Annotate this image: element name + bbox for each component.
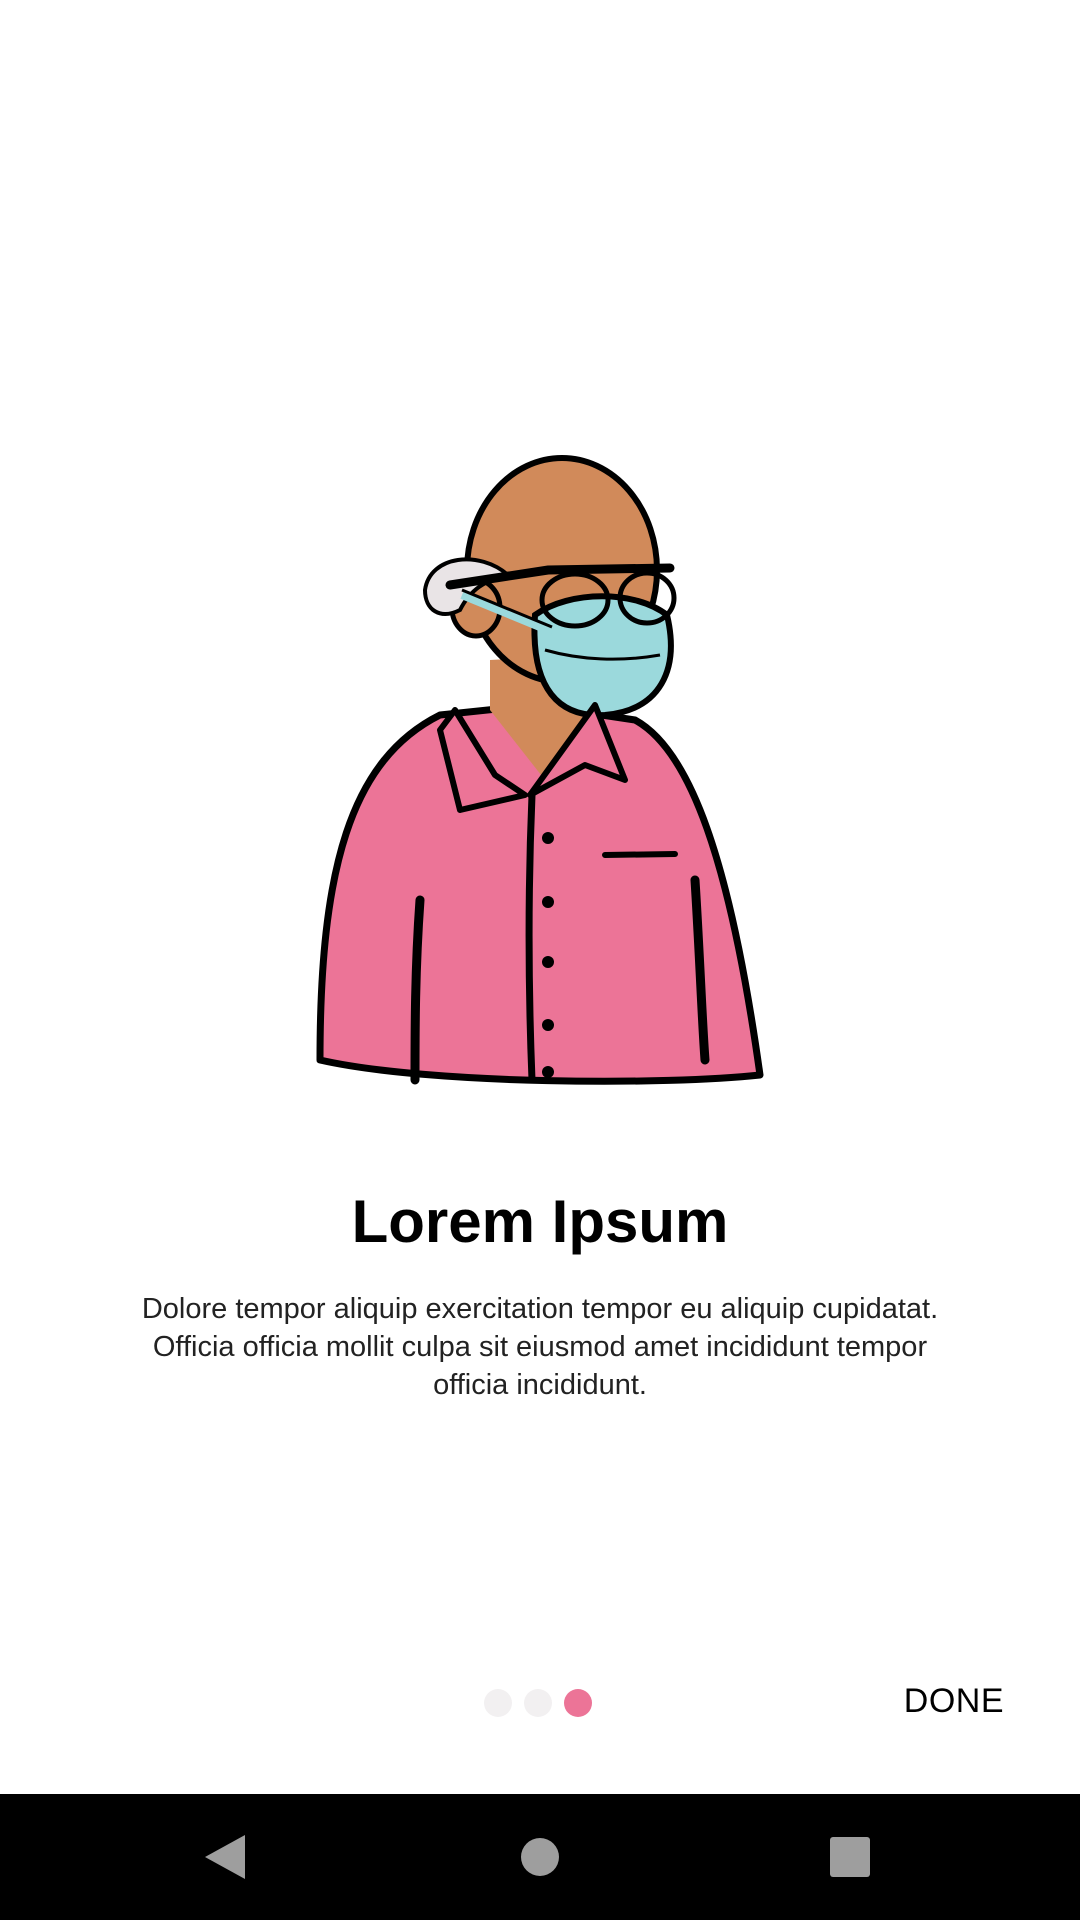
onboarding-screen: Lorem Ipsum Dolore tempor aliquip exerci… (0, 0, 1080, 1794)
done-button[interactable]: DONE (904, 1676, 1004, 1726)
page-dot-1[interactable] (484, 1689, 512, 1717)
back-triangle-icon (205, 1835, 245, 1879)
system-navigation-bar (0, 1794, 1080, 1920)
home-button[interactable] (480, 1794, 600, 1920)
onboarding-description: Dolore tempor aliquip exercitation tempo… (141, 1293, 939, 1401)
page-indicator (484, 1688, 592, 1718)
onboarding-title: Lorem Ipsum (351, 1188, 729, 1255)
recents-button[interactable] (790, 1794, 910, 1920)
page-dot-3-active[interactable] (564, 1689, 592, 1717)
back-button[interactable] (165, 1794, 285, 1920)
recents-square-icon (830, 1837, 870, 1877)
person-with-mask-illustration (290, 440, 790, 1100)
home-circle-icon (521, 1838, 559, 1876)
page-dot-2[interactable] (524, 1689, 552, 1717)
